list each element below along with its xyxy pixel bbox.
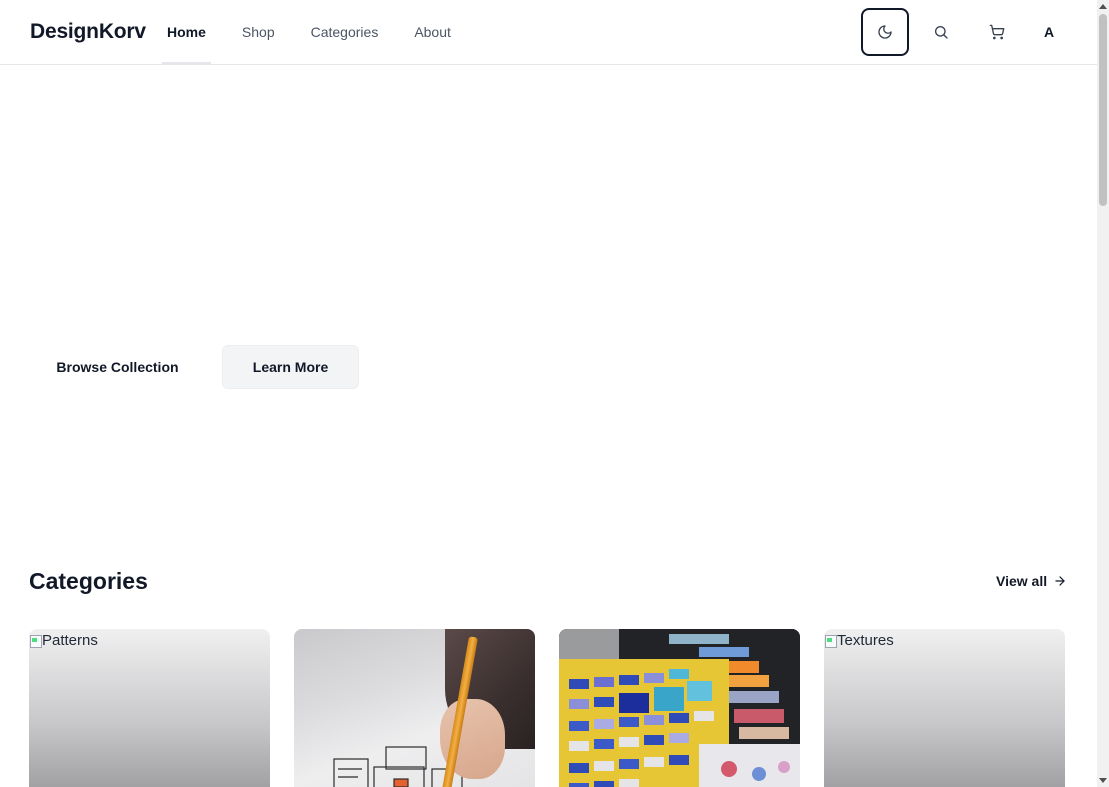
scroll-down-icon[interactable] xyxy=(1099,778,1107,783)
category-card-textures[interactable]: Textures xyxy=(824,629,1065,787)
color-swatches-image xyxy=(559,629,800,787)
broken-image-placeholder: Textures xyxy=(824,632,894,649)
user-avatar[interactable]: A xyxy=(1031,16,1067,48)
moon-icon xyxy=(878,25,892,39)
broken-image-icon xyxy=(824,634,837,648)
theme-toggle-button[interactable] xyxy=(861,8,909,56)
category-card-colors[interactable] xyxy=(559,629,800,787)
nav-item-home[interactable]: Home xyxy=(162,0,211,64)
broken-image-placeholder: Patterns xyxy=(29,632,98,649)
scroll-thumb[interactable] xyxy=(1099,14,1107,206)
view-all-link[interactable]: View all xyxy=(996,573,1067,589)
category-card-patterns[interactable]: Patterns xyxy=(29,629,270,787)
search-button[interactable] xyxy=(917,8,965,56)
learn-more-button[interactable]: Learn More xyxy=(222,345,359,389)
image-alt-text: Textures xyxy=(837,632,894,649)
site-header: DesignKorv Home Shop Categories About A xyxy=(0,0,1097,65)
broken-image-icon xyxy=(29,634,42,648)
categories-title: Categories xyxy=(29,568,148,594)
scroll-up-icon[interactable] xyxy=(1099,4,1107,9)
cart-button[interactable] xyxy=(973,8,1021,56)
arrow-right-icon xyxy=(1055,576,1065,586)
view-all-label: View all xyxy=(996,573,1048,589)
brand-logo[interactable]: DesignKorv xyxy=(30,20,146,44)
cart-icon xyxy=(989,24,1005,40)
category-card-sketching[interactable] xyxy=(294,629,535,787)
image-alt-text: Patterns xyxy=(42,632,98,649)
search-icon xyxy=(935,26,948,39)
browse-collection-button[interactable]: Browse Collection xyxy=(45,345,190,389)
nav-item-categories[interactable]: Categories xyxy=(306,0,384,64)
nav-item-about[interactable]: About xyxy=(409,0,456,64)
page-scrollbar[interactable] xyxy=(1097,0,1109,787)
main-nav: Home Shop Categories About xyxy=(162,0,482,64)
nav-item-shop[interactable]: Shop xyxy=(237,0,280,64)
